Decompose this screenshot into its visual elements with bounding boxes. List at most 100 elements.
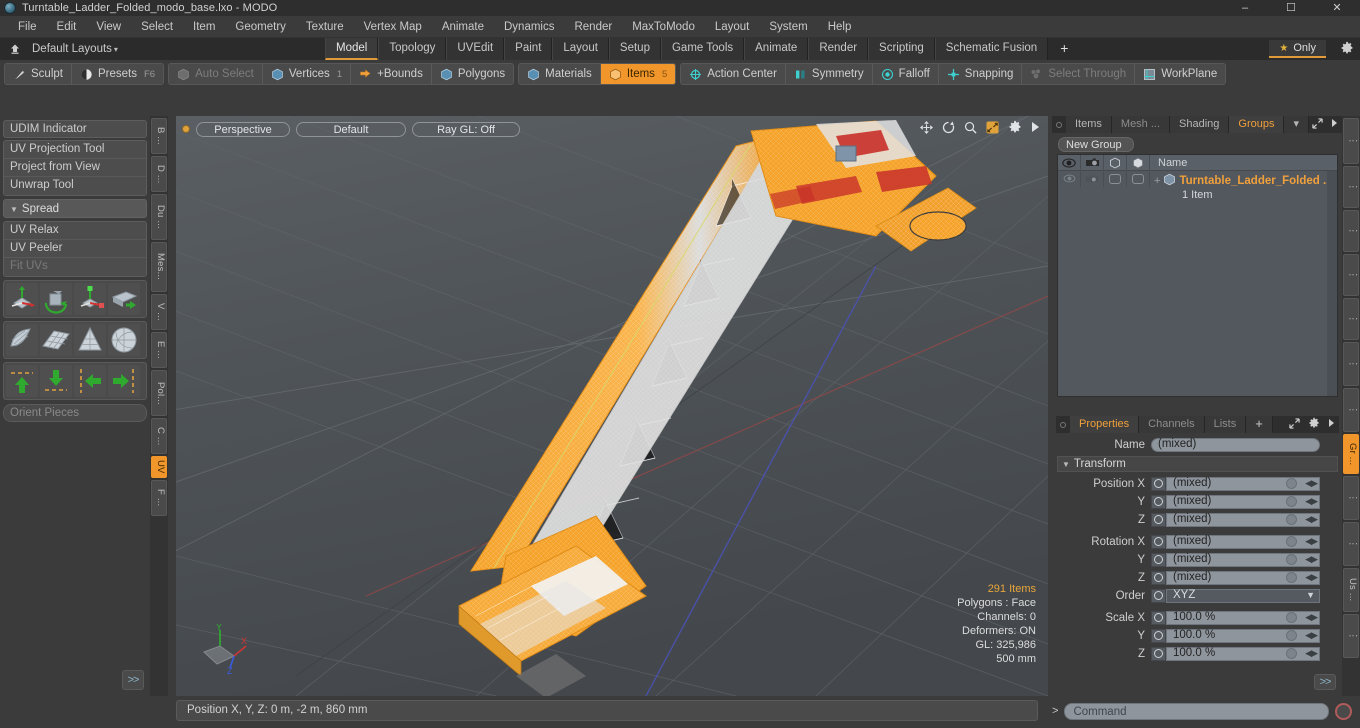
row-shade-toggle[interactable] <box>1127 171 1150 187</box>
tab-topology[interactable]: Topology <box>378 38 447 60</box>
rotation-x-key-toggle[interactable] <box>1151 534 1166 549</box>
gear-icon[interactable] <box>1308 417 1320 432</box>
action-center-button[interactable]: Action Center <box>681 64 786 84</box>
expand-icon[interactable] <box>1289 417 1300 432</box>
name-input[interactable]: (mixed) <box>1151 437 1320 452</box>
tab-properties[interactable]: Properties <box>1070 416 1140 433</box>
rvtab-7[interactable]: ⋮ <box>1343 388 1359 432</box>
tab-paint[interactable]: Paint <box>504 38 553 60</box>
vtab-c[interactable]: C ... <box>151 418 167 454</box>
cone-unwrap-icon[interactable] <box>74 324 106 356</box>
rotation-x-input[interactable]: (mixed) ◀▶ <box>1166 534 1320 549</box>
rotation-y-knob[interactable] <box>1286 554 1297 565</box>
order-select[interactable]: XYZ ▼ <box>1166 588 1320 603</box>
play-icon[interactable] <box>1031 121 1040 135</box>
rvtab-6[interactable]: ⋮ <box>1343 342 1359 386</box>
tab-render[interactable]: Render <box>808 38 869 60</box>
item-list-scrollbar[interactable] <box>1327 171 1337 396</box>
uv-projection-tool-button[interactable]: UV Projection Tool <box>4 141 146 159</box>
tab-scripting[interactable]: Scripting <box>868 38 935 60</box>
rvtab-9[interactable]: ⋮ <box>1343 476 1359 520</box>
tab-game-tools[interactable]: Game Tools <box>660 38 745 60</box>
snapping-button[interactable]: Snapping <box>938 64 1023 84</box>
position-z-key-toggle[interactable] <box>1151 512 1166 527</box>
vtab-mes[interactable]: Mes... <box>151 242 167 292</box>
zoom-icon[interactable] <box>964 121 977 136</box>
left-panel-more-button[interactable]: >> <box>122 670 144 690</box>
scale-y-stepper[interactable]: ◀▶ <box>1305 629 1318 642</box>
vtab-pol[interactable]: Pol... <box>151 370 167 416</box>
vtab-d[interactable]: D ... <box>151 156 167 192</box>
rotation-z-key-toggle[interactable] <box>1151 570 1166 585</box>
position-y-stepper[interactable]: ◀▶ <box>1305 495 1318 508</box>
tab-items[interactable]: Items <box>1066 116 1112 133</box>
menu-item-item[interactable]: Item <box>183 16 225 38</box>
scale-uv-icon[interactable] <box>74 283 106 315</box>
sculpt-button[interactable]: Sculpt <box>5 64 72 84</box>
fit-icon[interactable] <box>986 120 999 136</box>
orient-pieces-field[interactable]: Orient Pieces <box>3 404 147 422</box>
scale-z-stepper[interactable]: ◀▶ <box>1305 647 1318 660</box>
layout-selector[interactable]: Default Layouts ▾ <box>26 43 124 55</box>
rvtab-4[interactable]: ⋮ <box>1343 254 1359 296</box>
vtab-uv[interactable]: UV <box>151 456 167 478</box>
position-z-stepper[interactable]: ◀▶ <box>1305 513 1318 526</box>
flip-uv-icon[interactable] <box>108 283 140 315</box>
expand-icon[interactable] <box>1312 117 1323 132</box>
order-key-toggle[interactable] <box>1151 588 1166 603</box>
rotation-y-input[interactable]: (mixed) ◀▶ <box>1166 552 1320 567</box>
rotate-icon[interactable] <box>942 121 955 136</box>
rotation-y-key-toggle[interactable] <box>1151 552 1166 567</box>
rotation-y-stepper[interactable]: ◀▶ <box>1305 553 1318 566</box>
menu-item-dynamics[interactable]: Dynamics <box>494 16 564 38</box>
tab-schematic-fusion[interactable]: Schematic Fusion <box>934 38 1049 60</box>
position-y-knob[interactable] <box>1286 496 1297 507</box>
home-icon[interactable] <box>4 38 26 60</box>
tab-layout[interactable]: Layout <box>552 38 609 60</box>
sphere-uv-icon[interactable] <box>108 324 140 356</box>
move-uv-icon[interactable] <box>6 283 38 315</box>
rvtab-2[interactable]: ⋮ <box>1343 166 1359 208</box>
tab-model[interactable]: Model <box>325 38 379 60</box>
items-button[interactable]: Items 5 <box>600 64 676 84</box>
axis-gizmo[interactable]: Y X Z <box>190 622 250 680</box>
scale-z-key-toggle[interactable] <box>1151 646 1166 661</box>
menu-item-maxtomodo[interactable]: MaxToModo <box>622 16 705 38</box>
falloff-button[interactable]: Falloff <box>872 64 939 84</box>
project-from-view-button[interactable]: Project from View <box>4 159 146 177</box>
vtab-v[interactable]: V ... <box>151 294 167 330</box>
scale-z-knob[interactable] <box>1286 648 1297 659</box>
rotation-x-knob[interactable] <box>1286 536 1297 547</box>
menu-item-animate[interactable]: Animate <box>432 16 494 38</box>
chevron-right-icon[interactable] <box>1331 118 1338 131</box>
menu-item-select[interactable]: Select <box>131 16 183 38</box>
rvtab-groups[interactable]: Gr ... <box>1343 434 1359 474</box>
rotation-z-knob[interactable] <box>1286 572 1297 583</box>
tab-setup[interactable]: Setup <box>608 38 661 60</box>
row-wire-toggle[interactable] <box>1104 171 1127 187</box>
udim-indicator-button[interactable]: UDIM Indicator <box>3 120 147 138</box>
maximize-button[interactable]: ☐ <box>1268 0 1314 16</box>
record-icon[interactable] <box>1335 702 1352 720</box>
align-down-icon[interactable] <box>40 365 72 397</box>
panel-menu-dot[interactable] <box>1052 116 1066 133</box>
menu-item-edit[interactable]: Edit <box>47 16 87 38</box>
scale-z-input[interactable]: 100.0 % ◀▶ <box>1166 646 1320 661</box>
scale-y-knob[interactable] <box>1286 630 1297 641</box>
drop-uv-icon[interactable] <box>6 324 38 356</box>
tab-mesh[interactable]: Mesh ... <box>1111 116 1171 133</box>
only-toggle[interactable]: ★ Only <box>1269 40 1326 58</box>
presets-button[interactable]: Presets F6 <box>71 64 164 84</box>
position-x-input[interactable]: (mixed) ◀▶ <box>1166 476 1320 491</box>
add-tab-button[interactable]: + <box>1048 38 1080 60</box>
align-right-icon[interactable] <box>108 365 140 397</box>
tab-channels[interactable]: Channels <box>1139 416 1205 433</box>
chevron-right-icon[interactable] <box>1328 418 1335 431</box>
command-input[interactable]: Command <box>1064 702 1329 720</box>
scale-y-key-toggle[interactable] <box>1151 628 1166 643</box>
tab-shading[interactable]: Shading <box>1170 116 1230 133</box>
row-item-name[interactable]: Turntable_Ladder_Folded ... <box>1179 175 1332 187</box>
gear-icon[interactable] <box>1340 41 1354 58</box>
select-through-button[interactable]: Select Through <box>1022 64 1136 84</box>
expander-icon[interactable]: + <box>1154 175 1160 187</box>
